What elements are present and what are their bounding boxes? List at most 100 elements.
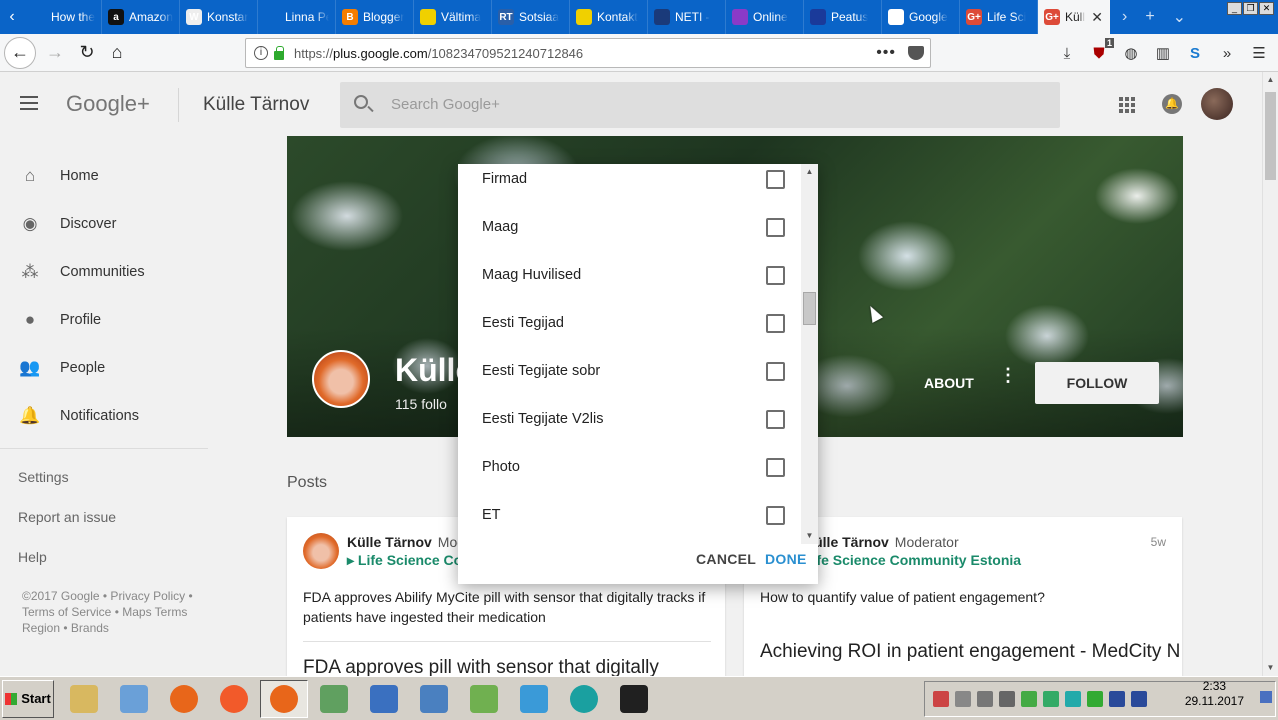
dialog-scroll-down-icon[interactable]: ▼ xyxy=(802,529,817,543)
network-icon[interactable] xyxy=(410,680,458,718)
eset-icon[interactable] xyxy=(560,680,608,718)
tray-eset-icon[interactable] xyxy=(1065,691,1081,707)
system-clock[interactable]: 2:33 29.11.2017 xyxy=(1185,679,1244,709)
file-manager-icon[interactable] xyxy=(60,680,108,718)
skype-icon[interactable]: S xyxy=(1184,42,1206,64)
post-author[interactable]: Külle Tärnov Mod xyxy=(347,534,465,550)
reload-icon[interactable]: ↻ xyxy=(72,38,102,68)
sidebar-footer[interactable]: ©2017 Google • Privacy Policy • Terms of… xyxy=(22,588,212,636)
download-icon[interactable]: ⤓ xyxy=(1056,42,1078,64)
media-player-icon[interactable] xyxy=(110,680,158,718)
new-tab-icon[interactable]: + xyxy=(1145,8,1154,26)
tab-scroll-left-icon[interactable]: ‹ xyxy=(0,0,24,34)
tray-clipboard-icon[interactable] xyxy=(955,691,971,707)
url-text[interactable]: https://plus.google.com/1082347095212407… xyxy=(294,46,583,61)
main-menu-icon[interactable] xyxy=(20,96,38,110)
minimize-icon[interactable]: _ xyxy=(1227,2,1242,15)
home-browser-icon[interactable]: ⌂ xyxy=(102,38,132,68)
menu-icon[interactable]: ☰ xyxy=(1248,42,1270,64)
avast-icon[interactable] xyxy=(210,680,258,718)
firefox-icon[interactable] xyxy=(160,680,208,718)
extension-icon[interactable]: ◍ xyxy=(1120,42,1142,64)
followers-count[interactable]: 115 follo xyxy=(395,396,447,412)
scroll-thumb[interactable] xyxy=(1265,92,1276,180)
sidebar-icon[interactable]: ▥ xyxy=(1152,42,1174,64)
show-desktop-icon[interactable] xyxy=(1260,691,1272,703)
browser-tab[interactable]: Vältima xyxy=(414,0,492,34)
browser-icon[interactable] xyxy=(360,680,408,718)
tray-signal-icon[interactable] xyxy=(977,691,993,707)
tab-close-icon[interactable]: ✕ xyxy=(1091,9,1103,26)
installer-icon[interactable] xyxy=(310,680,358,718)
browser-tab[interactable]: Linna Pea! xyxy=(258,0,336,34)
browser-tab[interactable]: Kontakt xyxy=(570,0,648,34)
post-author-avatar[interactable] xyxy=(303,533,339,569)
sidebar-item-home[interactable]: ⌂ Home xyxy=(0,152,220,200)
start-button[interactable]: Start xyxy=(2,679,54,718)
circle-checkbox[interactable] xyxy=(766,410,785,429)
circle-checkbox[interactable] xyxy=(766,170,785,189)
done-button[interactable]: DONE xyxy=(765,551,807,567)
tab-scroll-right-icon[interactable]: › xyxy=(1122,8,1127,26)
circle-row[interactable]: Eesti Tegijate sobr xyxy=(458,358,800,406)
gplus-logo[interactable]: Google+ xyxy=(66,91,150,117)
browser-tab[interactable]: B Blogger xyxy=(336,0,414,34)
apps-grid-icon[interactable] xyxy=(1119,97,1135,113)
restore-icon[interactable]: ❐ xyxy=(1243,2,1258,15)
post-community[interactable]: ▸ Life Science Co xyxy=(347,552,462,569)
tray-sync-icon[interactable] xyxy=(1043,691,1059,707)
scroll-up-icon[interactable]: ▲ xyxy=(1263,72,1278,88)
browser-tab[interactable]: RT Sotsiaa xyxy=(492,0,570,34)
sidebar-item-communities[interactable]: ⁂ Communities xyxy=(0,248,220,296)
dialog-scroll-thumb[interactable] xyxy=(803,292,816,325)
notifications-bell-icon[interactable]: 🔔 xyxy=(1162,94,1182,114)
circle-row[interactable]: Eesti Tegijad xyxy=(458,310,800,358)
windows-icon[interactable] xyxy=(510,680,558,718)
browser-tab[interactable]: a Amazon xyxy=(102,0,180,34)
post-author[interactable]: Külle Tärnov Moderator xyxy=(804,534,959,550)
overflow-icon[interactable]: » xyxy=(1216,42,1238,64)
more-options-icon[interactable]: ⋮ xyxy=(999,366,1017,384)
page-actions-icon[interactable]: ••• xyxy=(876,44,896,62)
sidebar-link-settings[interactable]: Settings xyxy=(18,469,116,509)
tray-update-icon[interactable] xyxy=(1087,691,1103,707)
account-avatar[interactable] xyxy=(1201,88,1233,120)
search-input[interactable]: Search Google+ xyxy=(340,82,1060,128)
browser-tab[interactable]: G+ Life Sci xyxy=(960,0,1038,34)
page-scrollbar[interactable]: ▲ ▼ xyxy=(1262,72,1278,676)
post-community[interactable]: Life Science Community Estonia xyxy=(804,552,1021,568)
browser-tab[interactable]: Online xyxy=(726,0,804,34)
url-bar[interactable]: i https://plus.google.com/10823470952124… xyxy=(245,38,931,68)
scroll-down-icon[interactable]: ▼ xyxy=(1263,660,1278,676)
circle-row[interactable]: Eesti Tegijate V2lis xyxy=(458,406,800,454)
author-name[interactable]: Külle Tärnov xyxy=(347,534,432,550)
forward-icon[interactable]: → xyxy=(40,38,70,68)
post-age[interactable]: 5w xyxy=(1151,535,1166,549)
dialog-scrollbar[interactable]: ▲ ▼ xyxy=(801,164,818,544)
sidebar-item-notifications[interactable]: 🔔 Notifications xyxy=(0,392,220,440)
ublock-icon[interactable]: ⛊ 1 xyxy=(1088,38,1114,64)
tray-lav-icon[interactable] xyxy=(1109,691,1125,707)
spreadsheet-icon[interactable] xyxy=(460,680,508,718)
browser-tab[interactable]: How the Fu xyxy=(24,0,102,34)
circle-row[interactable]: Maag xyxy=(458,214,800,262)
tray-volume-icon[interactable] xyxy=(999,691,1015,707)
post-link-title[interactable]: FDA approves pill with sensor that digit… xyxy=(303,657,723,677)
circle-checkbox[interactable] xyxy=(766,362,785,381)
sidebar-link-help[interactable]: Help xyxy=(18,549,116,589)
circle-row[interactable]: Maag Huvilised xyxy=(458,262,800,310)
back-icon[interactable]: ← xyxy=(4,36,36,69)
browser-tab[interactable]: NETI - xyxy=(648,0,726,34)
site-info-icon[interactable]: i xyxy=(254,46,268,60)
circle-checkbox[interactable] xyxy=(766,458,785,477)
cancel-button[interactable]: CANCEL xyxy=(696,551,756,567)
tray-app-icon[interactable] xyxy=(933,691,949,707)
browser-tab[interactable]: Peatus xyxy=(804,0,882,34)
about-button[interactable]: ABOUT xyxy=(924,375,974,391)
circle-checkbox[interactable] xyxy=(766,506,785,525)
record-icon[interactable] xyxy=(610,680,658,718)
tab-list-icon[interactable]: ⌄ xyxy=(1173,7,1186,27)
circle-checkbox[interactable] xyxy=(766,218,785,237)
sidebar-item-discover[interactable]: ◉ Discover xyxy=(0,200,220,248)
circle-row[interactable]: ET xyxy=(458,502,800,544)
